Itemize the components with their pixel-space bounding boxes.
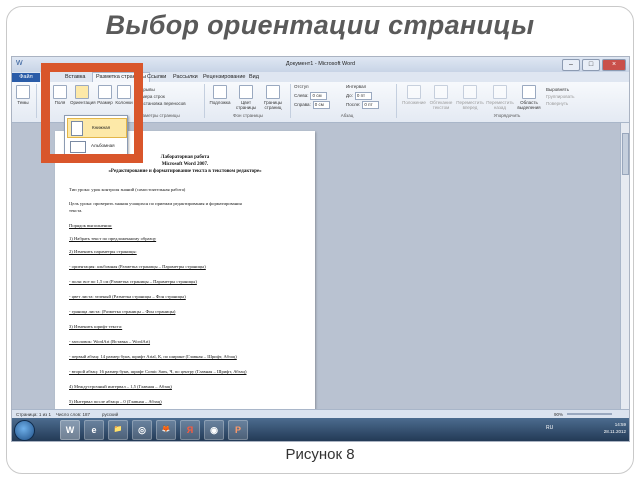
indent-left-value[interactable]: 0 см	[310, 92, 328, 100]
word-count[interactable]: Число слов: 187	[56, 412, 90, 417]
wrap-text-icon	[434, 85, 448, 99]
spacing-after-field[interactable]: После: 0 пт	[346, 101, 380, 109]
document-page[interactable]: Лабораторная работа Microsoft Word 2007.…	[55, 131, 315, 421]
arrange-group-label: Упорядочить	[493, 113, 521, 118]
spacing-before-field[interactable]: До: 0 пт	[346, 92, 372, 100]
scroll-thumb[interactable]	[622, 133, 629, 175]
slide-title: Выбор ориентации страницы	[105, 10, 535, 40]
doc-line: 2) Изменить параметры страницы:	[69, 249, 137, 254]
bring-forward-icon	[463, 85, 477, 99]
group-button[interactable]: Группировать	[546, 93, 596, 100]
word-screenshot: W Документ1 - Microsoft Word – □ × Файл …	[11, 56, 630, 442]
close-button[interactable]: ×	[602, 59, 626, 71]
position-icon	[407, 85, 421, 99]
doc-line: - заголовок: WordArt (Вставка – WordArt)	[69, 339, 151, 344]
position-button[interactable]: Положение	[402, 85, 426, 105]
paragraph-group-label: Абзац	[340, 113, 354, 118]
taskbar-powerpoint-icon[interactable]: P	[228, 420, 248, 440]
tab-mailings[interactable]: Рассылки	[170, 73, 201, 82]
doc-line: Порядок выполнения:	[69, 223, 113, 228]
system-clock[interactable]: 14:59 28.11.2012	[604, 421, 626, 435]
page-color-button[interactable]: Цвет страницы	[234, 85, 258, 110]
taskbar-folder-icon[interactable]: 📁	[108, 420, 128, 440]
zoom-level[interactable]: 90%	[554, 412, 563, 417]
wrap-text-button[interactable]: Обтекание текстом	[428, 85, 454, 110]
background-group-label: Фон страницы	[233, 113, 263, 118]
doc-line: - ориентация: альбомная (Разметка страни…	[69, 264, 206, 269]
tab-file[interactable]: Файл	[12, 73, 40, 82]
minimize-button[interactable]: –	[562, 59, 580, 71]
spacing-after-value[interactable]: 0 пт	[362, 101, 380, 109]
breaks-button[interactable]: Разрывы	[136, 86, 196, 93]
doc-line: 1) Набрать текст по предложенному образц…	[69, 236, 157, 241]
highlight-frame	[41, 63, 143, 163]
spacing-before-value[interactable]: 0 пт	[354, 92, 372, 100]
start-button[interactable]	[14, 420, 35, 441]
tab-review[interactable]: Рецензирование	[200, 73, 248, 82]
indent-right-value[interactable]: 0 см	[312, 101, 330, 109]
vertical-scrollbar[interactable]	[620, 123, 629, 409]
indent-heading: Отступ	[294, 84, 309, 89]
divider	[290, 84, 291, 118]
tab-view[interactable]: Вид	[246, 73, 262, 82]
doc-line: - граница листа: (Разметка страницы – Фо…	[69, 309, 176, 314]
figure-caption: Рисунок 8	[285, 446, 355, 463]
doc-line: 4) Междустрочный интервал – 1,5 (Главная…	[69, 384, 172, 389]
taskbar: W e 📁 ◎ 🦊 Я ◉ P RU 14:59 28.11.2012	[12, 418, 629, 441]
bring-forward-button[interactable]: Переместить вперед	[456, 85, 484, 110]
taskbar-yandex-icon[interactable]: Я	[180, 420, 200, 440]
doc-line: - второй абзац: 16 размер букв, шрифт Co…	[69, 369, 247, 374]
language-indicator[interactable]: RU	[546, 425, 553, 431]
doc-line: Цель урока: проверить знания учащихся по…	[69, 201, 242, 206]
arrange-small-buttons: Выровнять Группировать Повернуть	[546, 86, 596, 107]
watermark-button[interactable]: Подложка	[208, 85, 232, 105]
page-borders-button[interactable]: Границы страниц	[260, 85, 286, 110]
taskbar-firefox-icon[interactable]: 🦊	[156, 420, 176, 440]
divider	[36, 84, 37, 118]
doc-line: - цвет листа: зеленый (Разметка страницы…	[69, 294, 186, 299]
tab-references[interactable]: Ссылки	[144, 73, 169, 82]
page-borders-icon	[266, 85, 280, 99]
doc-line: - первый абзац: 14 размер букв, шрифт Ar…	[69, 354, 237, 359]
zoom-slider[interactable]	[567, 413, 612, 415]
hyphenation-button[interactable]: Расстановка переносов	[136, 100, 196, 107]
taskbar-media-icon[interactable]: ◎	[132, 420, 152, 440]
indent-left-field[interactable]: Слева: 0 см	[294, 92, 328, 100]
divider	[204, 84, 205, 118]
doc-line: - поля: все по 1,5 см (Разметка страницы…	[69, 279, 197, 284]
taskbar-ie-icon[interactable]: e	[84, 420, 104, 440]
line-numbers-button[interactable]: Номера строк	[136, 93, 196, 100]
page-setup-small-buttons: Разрывы Номера строк Расстановка перенос…	[136, 86, 196, 107]
doc-line: текста.	[69, 208, 83, 213]
doc-line: Тип урока: урок контроля знаний (самосто…	[69, 187, 186, 192]
maximize-button[interactable]: □	[582, 59, 600, 71]
indent-right-field[interactable]: Справа: 0 см	[294, 101, 330, 109]
language[interactable]: русский	[102, 412, 118, 417]
send-backward-button[interactable]: Переместить назад	[486, 85, 514, 110]
doc-line: 5) Интервал после абзаца – 0 (Главная – …	[69, 399, 162, 404]
taskbar-word-icon[interactable]: W	[60, 420, 80, 440]
spacing-heading: Интервал	[346, 84, 367, 89]
divider	[396, 84, 397, 118]
align-button[interactable]: Выровнять	[546, 86, 596, 93]
selection-pane-button[interactable]: Область выделения	[516, 85, 542, 110]
doc-heading: «Редактирование и форматирование текста …	[108, 169, 262, 174]
themes-button[interactable]: Темы	[14, 85, 32, 105]
themes-icon	[16, 85, 30, 99]
page-color-icon	[239, 85, 253, 99]
page-count[interactable]: Страница: 1 из 1	[16, 412, 51, 417]
doc-line: 3) Изменить шрифт текста:	[69, 324, 123, 329]
rotate-button[interactable]: Повернуть	[546, 100, 596, 107]
selection-pane-icon	[522, 85, 536, 99]
send-backward-icon	[493, 85, 507, 99]
taskbar-app-icon[interactable]: ◉	[204, 420, 224, 440]
window-controls: – □ ×	[562, 59, 626, 71]
watermark-icon	[213, 85, 227, 99]
